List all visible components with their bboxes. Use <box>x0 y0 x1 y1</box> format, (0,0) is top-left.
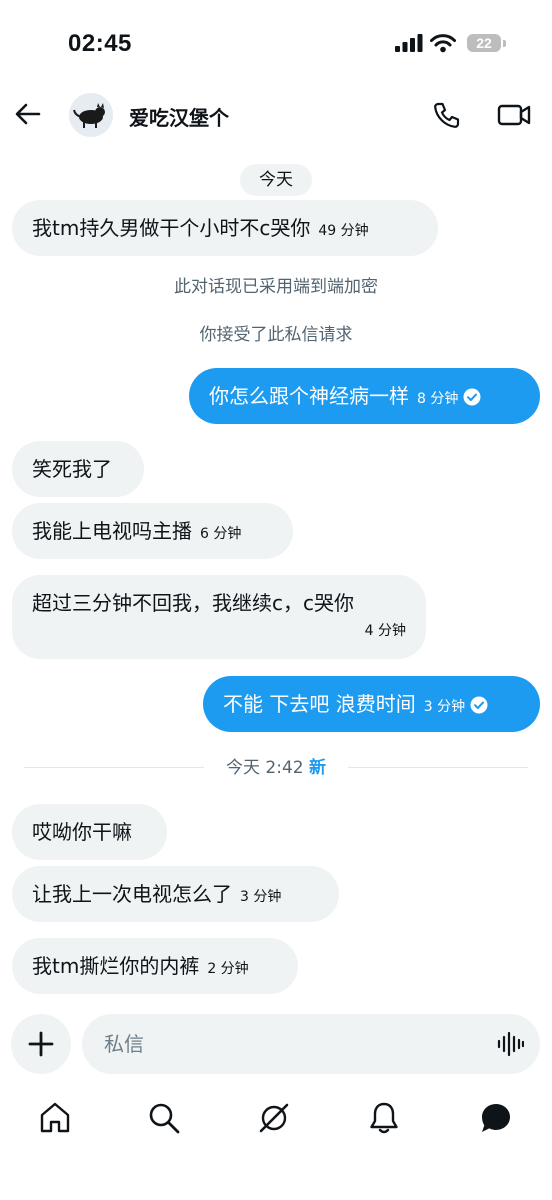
cellular-signal-icon <box>395 34 423 52</box>
message-bubble-in[interactable]: 超过三分钟不回我，我继续c，c哭你 4 分钟 <box>12 575 426 659</box>
message-time: 49 分钟 <box>318 223 369 239</box>
new-badge: 新 <box>309 758 326 778</box>
battery-icon: 22 <box>467 34 501 52</box>
home-icon[interactable] <box>37 1100 73 1136</box>
message-text: 我能上电视吗主播 <box>32 519 192 543</box>
add-attachment-button[interactable] <box>11 1014 71 1074</box>
battery-tip <box>503 40 506 47</box>
read-receipt-icon <box>463 388 481 406</box>
avatar[interactable] <box>69 93 113 137</box>
message-bubble-in[interactable]: 我能上电视吗主播 6 分钟 <box>12 503 293 559</box>
notifications-icon[interactable] <box>366 1100 402 1136</box>
search-icon[interactable] <box>146 1100 182 1136</box>
message-time: 6 分钟 <box>200 526 242 542</box>
message-text: 哎呦你干嘛 <box>32 820 132 844</box>
voice-message-icon[interactable] <box>496 1030 524 1058</box>
message-text: 超过三分钟不回我，我继续c，c哭你 <box>32 591 354 615</box>
message-text: 你怎么跟个神经病一样 <box>209 384 409 408</box>
message-text: 让我上一次电视怎么了 <box>32 882 232 906</box>
message-bubble-out[interactable]: 你怎么跟个神经病一样 8 分钟 <box>189 368 540 424</box>
new-messages-divider: 今天 2:42 新 <box>24 752 528 784</box>
video-call-icon[interactable] <box>497 100 531 130</box>
message-time: 3 分钟 <box>423 699 466 715</box>
message-bubble-out[interactable]: 不能 下去吧 浪费时间 3 分钟 <box>203 676 540 732</box>
message-bubble-in[interactable]: 哎呦你干嘛 <box>12 804 167 860</box>
message-time: 4 分钟 <box>364 623 406 639</box>
plus-icon <box>28 1031 54 1057</box>
message-text: 我tm持久男做干个小时不c哭你 <box>32 216 311 240</box>
date-pill: 今天 <box>240 164 312 196</box>
message-text: 不能 下去吧 浪费时间 <box>223 692 416 716</box>
message-time: 3 分钟 <box>240 889 282 905</box>
message-time: 2 分钟 <box>207 961 249 977</box>
status-time: 02:45 <box>68 30 132 57</box>
message-bubble-in[interactable]: 我tm持久男做干个小时不c哭你 49 分钟 <box>12 200 438 256</box>
contact-name[interactable]: 爱吃汉堡个 <box>129 102 229 131</box>
back-arrow-icon[interactable] <box>12 98 44 130</box>
conversation-header: 爱吃汉堡个 <box>0 88 552 144</box>
phone-call-icon[interactable] <box>432 100 462 130</box>
wifi-icon <box>430 34 456 53</box>
request-accepted-notice: 你接受了此私信请求 <box>199 325 353 345</box>
battery-level: 22 <box>476 35 492 51</box>
messages-icon[interactable] <box>478 1100 514 1136</box>
message-text: 我tm撕烂你的内裤 <box>32 954 200 978</box>
grok-icon[interactable] <box>256 1100 292 1136</box>
encryption-notice: 此对话现已采用端到端加密 <box>174 277 378 297</box>
read-receipt-icon <box>470 696 488 714</box>
cat-avatar-icon <box>69 93 113 137</box>
divider-timestamp: 今天 2:42 <box>226 758 304 778</box>
status-bar: 02:45 22 <box>0 0 552 80</box>
message-input[interactable] <box>82 1014 540 1074</box>
message-time: 8 分钟 <box>417 391 459 407</box>
message-bubble-in[interactable]: 让我上一次电视怎么了 3 分钟 <box>12 866 339 922</box>
message-bubble-in[interactable]: 我tm撕烂你的内裤 2 分钟 <box>12 938 298 994</box>
message-text: 笑死我了 <box>32 457 112 481</box>
message-bubble-in[interactable]: 笑死我了 <box>12 441 144 497</box>
